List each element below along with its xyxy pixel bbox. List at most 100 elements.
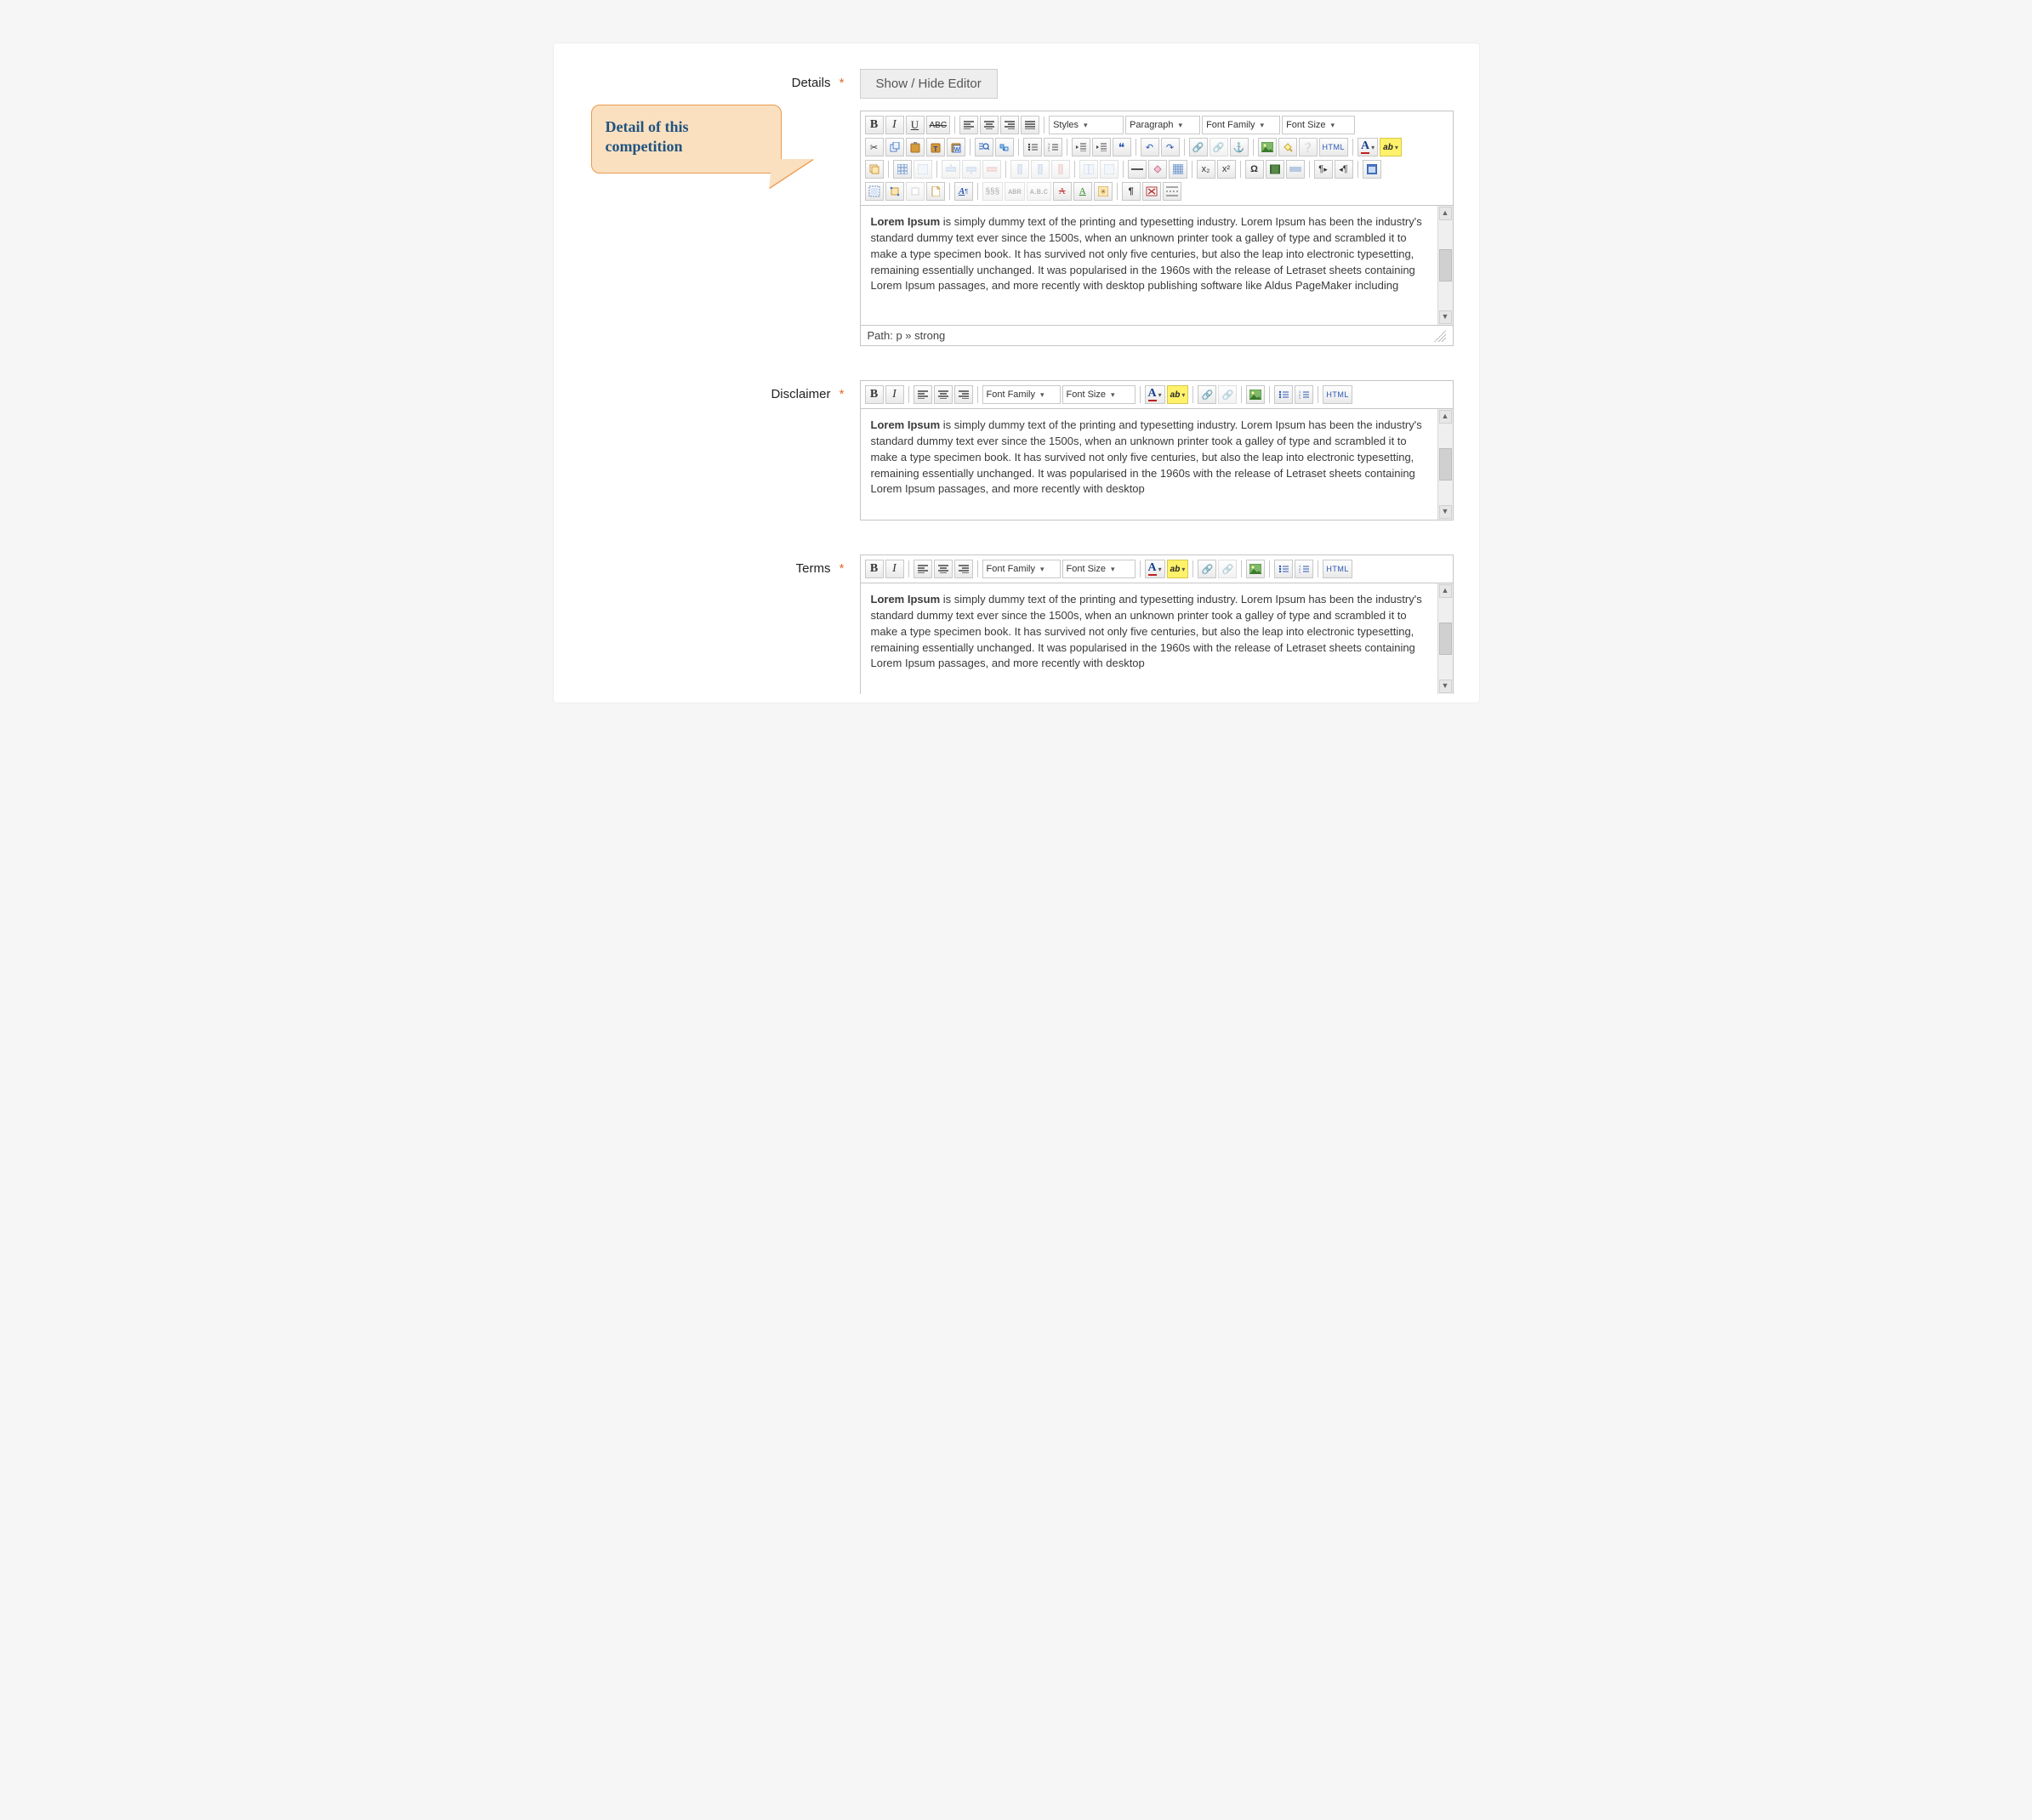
paste-text-button[interactable]: T bbox=[926, 138, 945, 156]
fullscreen-button[interactable] bbox=[1363, 160, 1381, 179]
highlight-color-button[interactable]: ab▾ bbox=[1167, 385, 1189, 404]
nonbreaking-button[interactable] bbox=[1142, 182, 1161, 201]
italic-button[interactable]: I bbox=[885, 385, 904, 404]
strikethrough-button[interactable]: ABC bbox=[926, 116, 951, 134]
font-size-dropdown[interactable]: Font Size▾ bbox=[1062, 385, 1136, 404]
paste-button[interactable] bbox=[906, 138, 925, 156]
align-left-button[interactable] bbox=[914, 560, 932, 578]
scroll-down-icon[interactable]: ▼ bbox=[1439, 680, 1452, 693]
details-editor-body[interactable]: Lorem Ipsum is simply dummy text of the … bbox=[861, 206, 1453, 325]
unlink-button[interactable]: 🔗 bbox=[1218, 385, 1237, 404]
highlight-color-button[interactable]: ab▾ bbox=[1167, 560, 1189, 578]
align-center-button[interactable] bbox=[934, 385, 953, 404]
link-button[interactable]: 🔗 bbox=[1189, 138, 1208, 156]
ins-button[interactable]: A bbox=[1073, 182, 1092, 201]
text-color-button[interactable]: A▾ bbox=[1145, 385, 1165, 404]
attribs-button[interactable]: ✳ bbox=[1094, 182, 1113, 201]
bold-button[interactable]: B bbox=[865, 560, 884, 578]
layer-button[interactable] bbox=[865, 160, 884, 179]
unlink-button[interactable]: 🔗 bbox=[1210, 138, 1228, 156]
font-size-dropdown[interactable]: Font Size▾ bbox=[1282, 116, 1355, 134]
text-color-button[interactable]: A▾ bbox=[1145, 560, 1165, 578]
number-list-button[interactable]: 123 bbox=[1295, 385, 1313, 404]
abbr-button[interactable]: ᴀʙʀ bbox=[1005, 182, 1025, 201]
undo-button[interactable]: ↶ bbox=[1141, 138, 1159, 156]
bullet-list-button[interactable] bbox=[1274, 560, 1293, 578]
newdoc-button[interactable] bbox=[926, 182, 945, 201]
styles-dropdown[interactable]: Styles▾ bbox=[1049, 116, 1124, 134]
select-all-button[interactable] bbox=[865, 182, 884, 201]
html-button[interactable]: HTML bbox=[1323, 385, 1352, 404]
terms-editor-body[interactable]: Lorem Ipsum is simply dummy text of the … bbox=[861, 583, 1453, 694]
scroll-up-icon[interactable]: ▲ bbox=[1439, 410, 1452, 424]
align-left-button[interactable] bbox=[914, 385, 932, 404]
cleanup-button[interactable] bbox=[1278, 138, 1297, 156]
col-before-button[interactable] bbox=[1010, 160, 1029, 179]
table-button[interactable] bbox=[893, 160, 912, 179]
vertical-scrollbar[interactable]: ▲ ▼ bbox=[1437, 583, 1453, 694]
scroll-down-icon[interactable]: ▼ bbox=[1439, 310, 1452, 324]
cut-button[interactable]: ✂ bbox=[865, 138, 884, 156]
replace-button[interactable] bbox=[995, 138, 1014, 156]
cite-button[interactable]: §§§ bbox=[982, 182, 1004, 201]
align-right-button[interactable] bbox=[954, 385, 973, 404]
superscript-button[interactable]: x² bbox=[1217, 160, 1236, 179]
underline-button[interactable]: U bbox=[906, 116, 925, 134]
col-after-button[interactable] bbox=[1031, 160, 1050, 179]
scroll-up-icon[interactable]: ▲ bbox=[1439, 584, 1452, 598]
italic-button[interactable]: I bbox=[885, 116, 904, 134]
find-button[interactable] bbox=[975, 138, 993, 156]
bold-button[interactable]: B bbox=[865, 385, 884, 404]
link-button[interactable]: 🔗 bbox=[1198, 560, 1216, 578]
bullet-list-button[interactable] bbox=[1274, 385, 1293, 404]
unlink-button[interactable]: 🔗 bbox=[1218, 560, 1237, 578]
align-left-button[interactable] bbox=[959, 116, 978, 134]
image-button[interactable] bbox=[1246, 385, 1265, 404]
help-button[interactable]: ❔ bbox=[1299, 138, 1318, 156]
merge-cells-button[interactable] bbox=[1100, 160, 1118, 179]
vertical-scrollbar[interactable]: ▲ ▼ bbox=[1437, 206, 1453, 325]
blockquote-button[interactable]: ❝ bbox=[1113, 138, 1131, 156]
acronym-button[interactable]: ᴀ.ʙ.ᴄ bbox=[1027, 182, 1051, 201]
remove-format-button[interactable] bbox=[1148, 160, 1167, 179]
visualchars-button[interactable]: ¶ bbox=[1122, 182, 1141, 201]
row-after-button[interactable] bbox=[962, 160, 981, 179]
row-before-button[interactable] bbox=[942, 160, 960, 179]
align-center-button[interactable] bbox=[934, 560, 953, 578]
format-dropdown[interactable]: Paragraph▾ bbox=[1125, 116, 1200, 134]
anchor-button[interactable]: ⚓ bbox=[1230, 138, 1249, 156]
advhr-button[interactable] bbox=[1286, 160, 1305, 179]
font-family-dropdown[interactable]: Font Family▾ bbox=[982, 385, 1061, 404]
scroll-thumb[interactable] bbox=[1439, 448, 1452, 481]
font-size-dropdown[interactable]: Font Size▾ bbox=[1062, 560, 1136, 578]
paste-word-button[interactable]: W bbox=[947, 138, 965, 156]
image-button[interactable] bbox=[1246, 560, 1265, 578]
absolute-button[interactable] bbox=[885, 182, 904, 201]
delete-row-button[interactable] bbox=[982, 160, 1001, 179]
html-button[interactable]: HTML bbox=[1323, 560, 1352, 578]
align-justify-button[interactable] bbox=[1021, 116, 1039, 134]
toggle-editor-button[interactable]: Show / Hide Editor bbox=[860, 69, 998, 99]
scroll-thumb[interactable] bbox=[1439, 623, 1452, 655]
delete-col-button[interactable] bbox=[1051, 160, 1070, 179]
bold-button[interactable]: B bbox=[865, 116, 884, 134]
rtl-button[interactable]: ◂¶ bbox=[1335, 160, 1353, 179]
highlight-color-button[interactable]: ab▾ bbox=[1380, 138, 1402, 156]
split-cells-button[interactable] bbox=[1079, 160, 1098, 179]
indent-button[interactable] bbox=[1092, 138, 1111, 156]
link-button[interactable]: 🔗 bbox=[1198, 385, 1216, 404]
align-center-button[interactable] bbox=[980, 116, 999, 134]
resize-handle-icon[interactable] bbox=[1434, 330, 1446, 342]
bullet-list-button[interactable] bbox=[1023, 138, 1042, 156]
abslayer-button[interactable] bbox=[906, 182, 925, 201]
media-button[interactable] bbox=[1266, 160, 1284, 179]
vertical-scrollbar[interactable]: ▲ ▼ bbox=[1437, 409, 1453, 520]
image-button[interactable] bbox=[1258, 138, 1277, 156]
special-char-button[interactable]: Ω bbox=[1245, 160, 1264, 179]
scroll-down-icon[interactable]: ▼ bbox=[1439, 505, 1452, 519]
number-list-button[interactable]: 123 bbox=[1295, 560, 1313, 578]
styleprops-button[interactable]: A¶ bbox=[954, 182, 973, 201]
font-family-dropdown[interactable]: Font Family▾ bbox=[982, 560, 1061, 578]
scroll-thumb[interactable] bbox=[1439, 249, 1452, 282]
redo-button[interactable]: ↷ bbox=[1161, 138, 1180, 156]
